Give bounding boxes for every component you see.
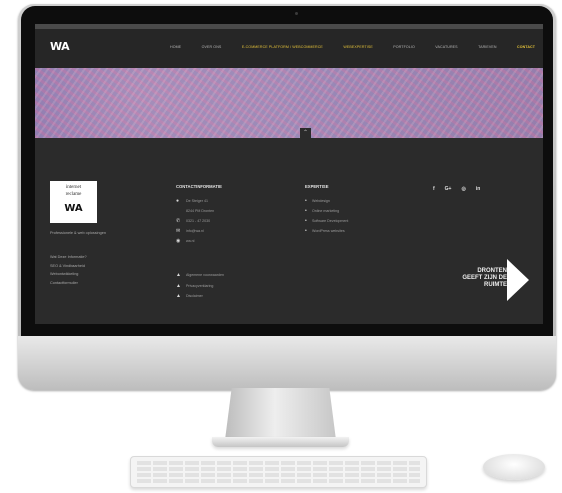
- expertise-list: • Webdesign • Online marketing • Softwar…: [305, 196, 348, 236]
- main-navigation: HOME OVER ONS E-COMMERCE PLATFORM / WEBC…: [170, 45, 535, 49]
- key-row: [137, 467, 420, 471]
- contact-row: ● De Steiger 41: [176, 196, 214, 206]
- mouse: [483, 454, 545, 480]
- legal-row: ▲ Algemene voorwaarden: [176, 270, 224, 281]
- social-links: f G+ ◎ in: [433, 186, 480, 192]
- globe-icon: ◉: [176, 238, 181, 244]
- arrow-right-icon: [507, 259, 529, 301]
- key-row: [137, 473, 420, 477]
- keyboard: [130, 456, 427, 488]
- promo-line-2: GEEFT ZIJN DE: [462, 275, 507, 281]
- warning-icon: ▲: [176, 293, 181, 300]
- bullet-icon: •: [305, 208, 307, 214]
- footer-link[interactable]: SEO & Vindbaarheid: [50, 262, 87, 271]
- warning-icon: ▲: [176, 282, 181, 289]
- expertise-heading: EXPERTISE: [305, 184, 329, 189]
- footer-link[interactable]: Webontwikkeling: [50, 270, 87, 279]
- expertise-item[interactable]: • Online marketing: [305, 206, 348, 216]
- contact-row: ✆ 0321 - 47 2030: [176, 216, 214, 226]
- site-logo[interactable]: WA: [50, 40, 70, 53]
- promo-line-1: DRONTEN: [477, 268, 507, 274]
- footer-link[interactable]: Contactformulier: [50, 279, 87, 288]
- location-icon: ●: [176, 198, 180, 204]
- brand-logo-box: internet reclame WA: [50, 181, 97, 223]
- monitor-stand-foot: [212, 437, 349, 447]
- hero-texture: [35, 68, 543, 138]
- bullet-icon: •: [305, 228, 307, 234]
- phone-icon: ✆: [176, 218, 181, 224]
- footer-link[interactable]: Wat Deze Informatie?: [50, 253, 87, 262]
- nav-item-home[interactable]: HOME: [170, 45, 181, 49]
- screen-bezel: WA HOME OVER ONS E-COMMERCE PLATFORM / W…: [21, 6, 553, 336]
- footer-left-links: Wat Deze Informatie? SEO & Vindbaarheid …: [50, 253, 87, 287]
- monitor-stand-neck: [225, 388, 336, 440]
- key-row: [137, 461, 420, 465]
- google-plus-icon[interactable]: G+: [445, 186, 452, 192]
- bullet-icon: •: [305, 218, 307, 224]
- nav-item-tarieven[interactable]: TARIEVEN: [478, 45, 497, 49]
- legal-row: ▲ Disclaimer: [176, 291, 224, 302]
- nav-item-over-ons[interactable]: OVER ONS: [202, 45, 222, 49]
- legal-link[interactable]: Disclaimer: [186, 294, 203, 298]
- brand-line-internet: internet: [65, 185, 82, 190]
- instagram-icon[interactable]: ◎: [461, 186, 465, 192]
- monitor-chin: [18, 336, 556, 390]
- legal-row: ▲ Privacyverklaring: [176, 281, 224, 292]
- dronten-promo[interactable]: DRONTEN GEEFT ZIJN DE RUIMTE: [453, 259, 529, 301]
- legal-link[interactable]: Privacyverklaring: [186, 284, 213, 288]
- expertise-item[interactable]: • Software Development: [305, 216, 348, 226]
- nav-item-webexpertise[interactable]: WEBEXPERTISE: [343, 45, 373, 49]
- linkedin-icon[interactable]: in: [476, 186, 480, 192]
- contact-row: ◉ wa.nl: [176, 236, 214, 246]
- promo-line-3: RUIMTE: [484, 282, 507, 288]
- warning-icon: ▲: [176, 272, 181, 279]
- footer-tagline: Professionele & web oplossingen: [50, 231, 106, 235]
- expertise-item[interactable]: • WordPress websites: [305, 226, 348, 236]
- nav-item-contact[interactable]: CONTACT: [517, 45, 535, 49]
- contact-text: De Steiger 41: [186, 199, 208, 203]
- contact-text[interactable]: info@wa.nl: [186, 229, 204, 233]
- mail-icon: ✉: [176, 228, 181, 234]
- imac-monitor: WA HOME OVER ONS E-COMMERCE PLATFORM / W…: [18, 4, 556, 390]
- contact-list: ● De Steiger 41 8244 PM Dronten ✆ 0321 -…: [176, 196, 214, 246]
- chevron-up-icon[interactable]: ⌃: [300, 128, 311, 138]
- camera-icon: [295, 12, 298, 15]
- facebook-icon[interactable]: f: [433, 186, 435, 192]
- legal-links: ▲ Algemene voorwaarden ▲ Privacyverklari…: [176, 270, 224, 302]
- brand-line-reclame: reclame: [65, 192, 82, 197]
- contact-row: 8244 PM Dronten: [176, 206, 214, 216]
- nav-item-ecommerce[interactable]: E-COMMERCE PLATFORM / WEBCOMMERCE: [242, 45, 323, 49]
- contact-text[interactable]: wa.nl: [186, 239, 194, 243]
- contact-text[interactable]: 0321 - 47 2030: [186, 219, 210, 223]
- key-row: [137, 479, 420, 483]
- browser-toolbar: [35, 24, 543, 29]
- contact-heading: CONTACTINFORMATIE: [176, 184, 222, 189]
- contact-row: ✉ info@wa.nl: [176, 226, 214, 236]
- website-screen: WA HOME OVER ONS E-COMMERCE PLATFORM / W…: [35, 24, 543, 324]
- contact-text: 8244 PM Dronten: [186, 209, 215, 213]
- nav-item-vacatures[interactable]: VACATURES: [435, 45, 457, 49]
- bullet-icon: •: [305, 198, 307, 204]
- hero-banner: [35, 68, 543, 138]
- brand-mark: WA: [64, 203, 83, 214]
- legal-link[interactable]: Algemene voorwaarden: [186, 273, 224, 277]
- nav-item-portfolio[interactable]: PORTFOLIO: [393, 45, 415, 49]
- site-header: WA HOME OVER ONS E-COMMERCE PLATFORM / W…: [35, 24, 543, 68]
- expertise-item[interactable]: • Webdesign: [305, 196, 348, 206]
